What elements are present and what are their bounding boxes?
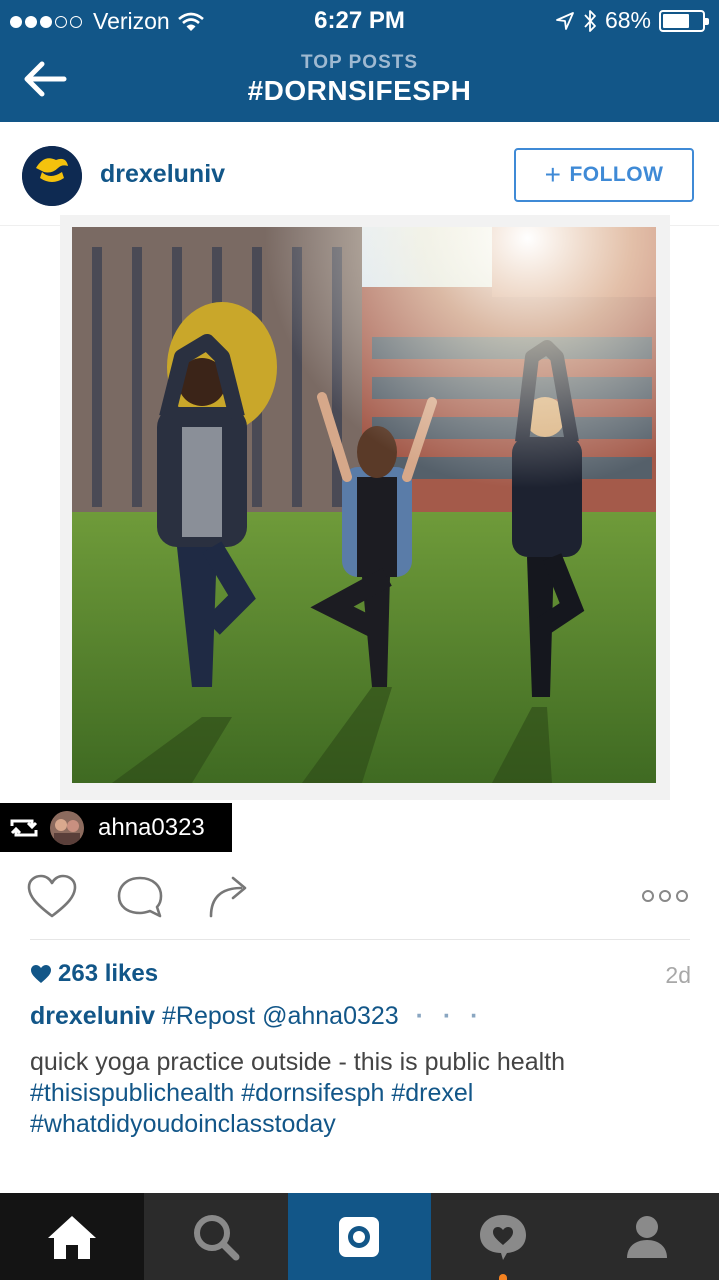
nav-title: #DORNSIFESPH — [247, 75, 472, 106]
actions-divider — [30, 939, 690, 940]
post-age: 2d — [665, 962, 691, 988]
bottom-tab-bar — [0, 1193, 719, 1280]
home-icon — [47, 1215, 96, 1259]
search-icon — [193, 1214, 240, 1260]
heart-outline-icon[interactable] — [26, 874, 78, 920]
tab-home[interactable] — [0, 1193, 144, 1280]
likes-label: 263 likes — [58, 960, 159, 987]
share-arrow-icon[interactable] — [205, 874, 253, 920]
status-right: 68% — [555, 7, 709, 34]
repost-username: ahna0323 — [98, 813, 205, 841]
tab-activity[interactable] — [431, 1193, 575, 1280]
notification-dot — [499, 1274, 508, 1280]
caption-repost-text[interactable]: #Repost @ahna0323 — [162, 1002, 399, 1030]
repost-icon — [10, 819, 38, 836]
nav-bar: TOP POSTS #DORNSIFESPH — [0, 40, 719, 122]
heart-filled-icon — [31, 965, 51, 983]
caption-body: quick yoga practice outside - this is pu… — [30, 1047, 690, 1140]
battery-icon — [659, 9, 709, 32]
profile-icon — [627, 1215, 668, 1258]
caption-username[interactable]: drexeluniv — [30, 1002, 155, 1030]
caption-first-line: drexeluniv #Repost @ahna0323 · · · — [30, 1002, 485, 1031]
bluetooth-icon — [584, 9, 596, 32]
battery-percent: 68% — [604, 7, 651, 33]
follow-label: FOLLOW — [569, 163, 664, 186]
location-arrow-icon — [556, 11, 574, 30]
follow-button[interactable]: + FOLLOW — [514, 148, 694, 202]
repost-tag[interactable]: ahna0323 — [0, 803, 232, 852]
post-photo[interactable] — [72, 227, 656, 783]
caption-text: quick yoga practice outside - this is pu… — [30, 1048, 566, 1076]
nav-subtitle: TOP POSTS — [300, 52, 419, 73]
activity-heart-icon — [480, 1214, 527, 1260]
post-photo-frame — [60, 215, 670, 800]
tab-profile[interactable] — [575, 1193, 719, 1280]
likes-count[interactable]: 263 likes — [30, 960, 158, 988]
plus-icon: + — [544, 159, 562, 190]
top-bar: Verizon 6:27 PM 68% TOP POSTS #DORNSIFES… — [0, 0, 719, 122]
tab-camera[interactable] — [287, 1193, 432, 1280]
caption-hashtags[interactable]: #thisispublichealth #dornsifesph #drexel… — [30, 1079, 473, 1138]
more-options-icon[interactable] — [640, 888, 690, 904]
drexel-logo — [22, 146, 82, 206]
post-actions — [0, 862, 719, 940]
caption-more-button[interactable]: · · · — [416, 1002, 485, 1030]
avatar[interactable] — [22, 146, 82, 206]
tab-explore[interactable] — [144, 1193, 288, 1280]
repost-avatar — [50, 810, 84, 845]
post-username[interactable]: drexeluniv — [100, 160, 225, 189]
status-bar: Verizon 6:27 PM 68% — [0, 0, 719, 40]
comment-bubble-icon[interactable] — [115, 874, 165, 920]
post-header: drexeluniv + FOLLOW — [0, 122, 719, 226]
camera-icon — [339, 1216, 380, 1257]
